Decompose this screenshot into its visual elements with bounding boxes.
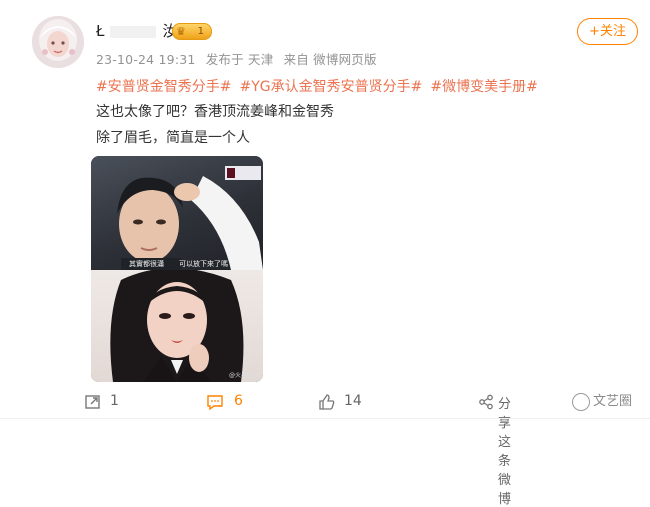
woman-photo-illustration [110, 268, 244, 382]
post-text-line-1: 这也太像了吧？香港顶流姜峰和金智秀 [96, 104, 334, 120]
post-time[interactable]: 23-10-24 19:31 [96, 52, 196, 67]
post-location: 发布于 天津 [205, 52, 274, 67]
repost-count: 1 [110, 393, 119, 409]
image-watermark: @火星男孩 [228, 372, 259, 379]
share-icon [479, 394, 493, 410]
avatar[interactable] [32, 16, 84, 68]
post-text-line-2: 除了眉毛，简直是一个人 [96, 130, 250, 146]
username[interactable]: Ł汝 [96, 20, 177, 41]
username-redacted [110, 25, 157, 38]
image-bottom-panel: @火星男孩 [91, 268, 263, 382]
weibo-post: Ł汝 ♛ 1 23-10-24 19:31 发布于 天津 来自 微博网页版 +关… [0, 0, 650, 507]
post-source: 来自 微博网页版 [283, 52, 377, 67]
image-subtitle-left: 其實都很瀟 [129, 260, 164, 268]
watermark-brand-text: 文艺圈 [593, 394, 633, 409]
image-top-panel: 其實都很瀟 可以放下來了嗎 [91, 156, 263, 270]
vip-badge[interactable]: ♛ 1 [172, 23, 212, 40]
like-count: 14 [344, 393, 362, 409]
vip-level: 1 [197, 26, 204, 37]
action-bar: 1 6 14 分享这条微博 [0, 392, 650, 507]
crown-icon: ♛ [176, 25, 186, 38]
share-label: 分享这条微博 [498, 397, 512, 507]
hashtag-row: #安普贤金智秀分手# #YG承认金智秀安普贤分手# #微博变美手册# [96, 76, 546, 96]
man-photo-illustration [117, 166, 263, 270]
post-image[interactable]: 其實都很瀟 可以放下來了嗎 @火星男孩 [91, 156, 263, 382]
hashtag-3[interactable]: #微博变美手册# [430, 79, 537, 95]
avatar-image [32, 16, 84, 68]
hashtag-2[interactable]: #YG承认金智秀安普贤分手# [239, 79, 422, 95]
post-meta: 23-10-24 19:31 发布于 天津 来自 微博网页版 [96, 49, 383, 68]
hashtag-1[interactable]: #安普贤金智秀分手# [96, 79, 231, 95]
comment-count: 6 [234, 393, 243, 409]
source-watermark: 文艺圈 [570, 390, 635, 411]
repost-icon [85, 395, 100, 409]
watermark-logo-icon [572, 392, 590, 411]
thumbs-up-icon [319, 394, 335, 410]
image-subtitle-right: 可以放下來了嗎 [179, 260, 228, 268]
username-prefix: Ł [96, 22, 105, 40]
comment-icon [207, 395, 223, 411]
bottom-divider [0, 418, 650, 419]
follow-button[interactable]: +关注 [577, 18, 638, 45]
